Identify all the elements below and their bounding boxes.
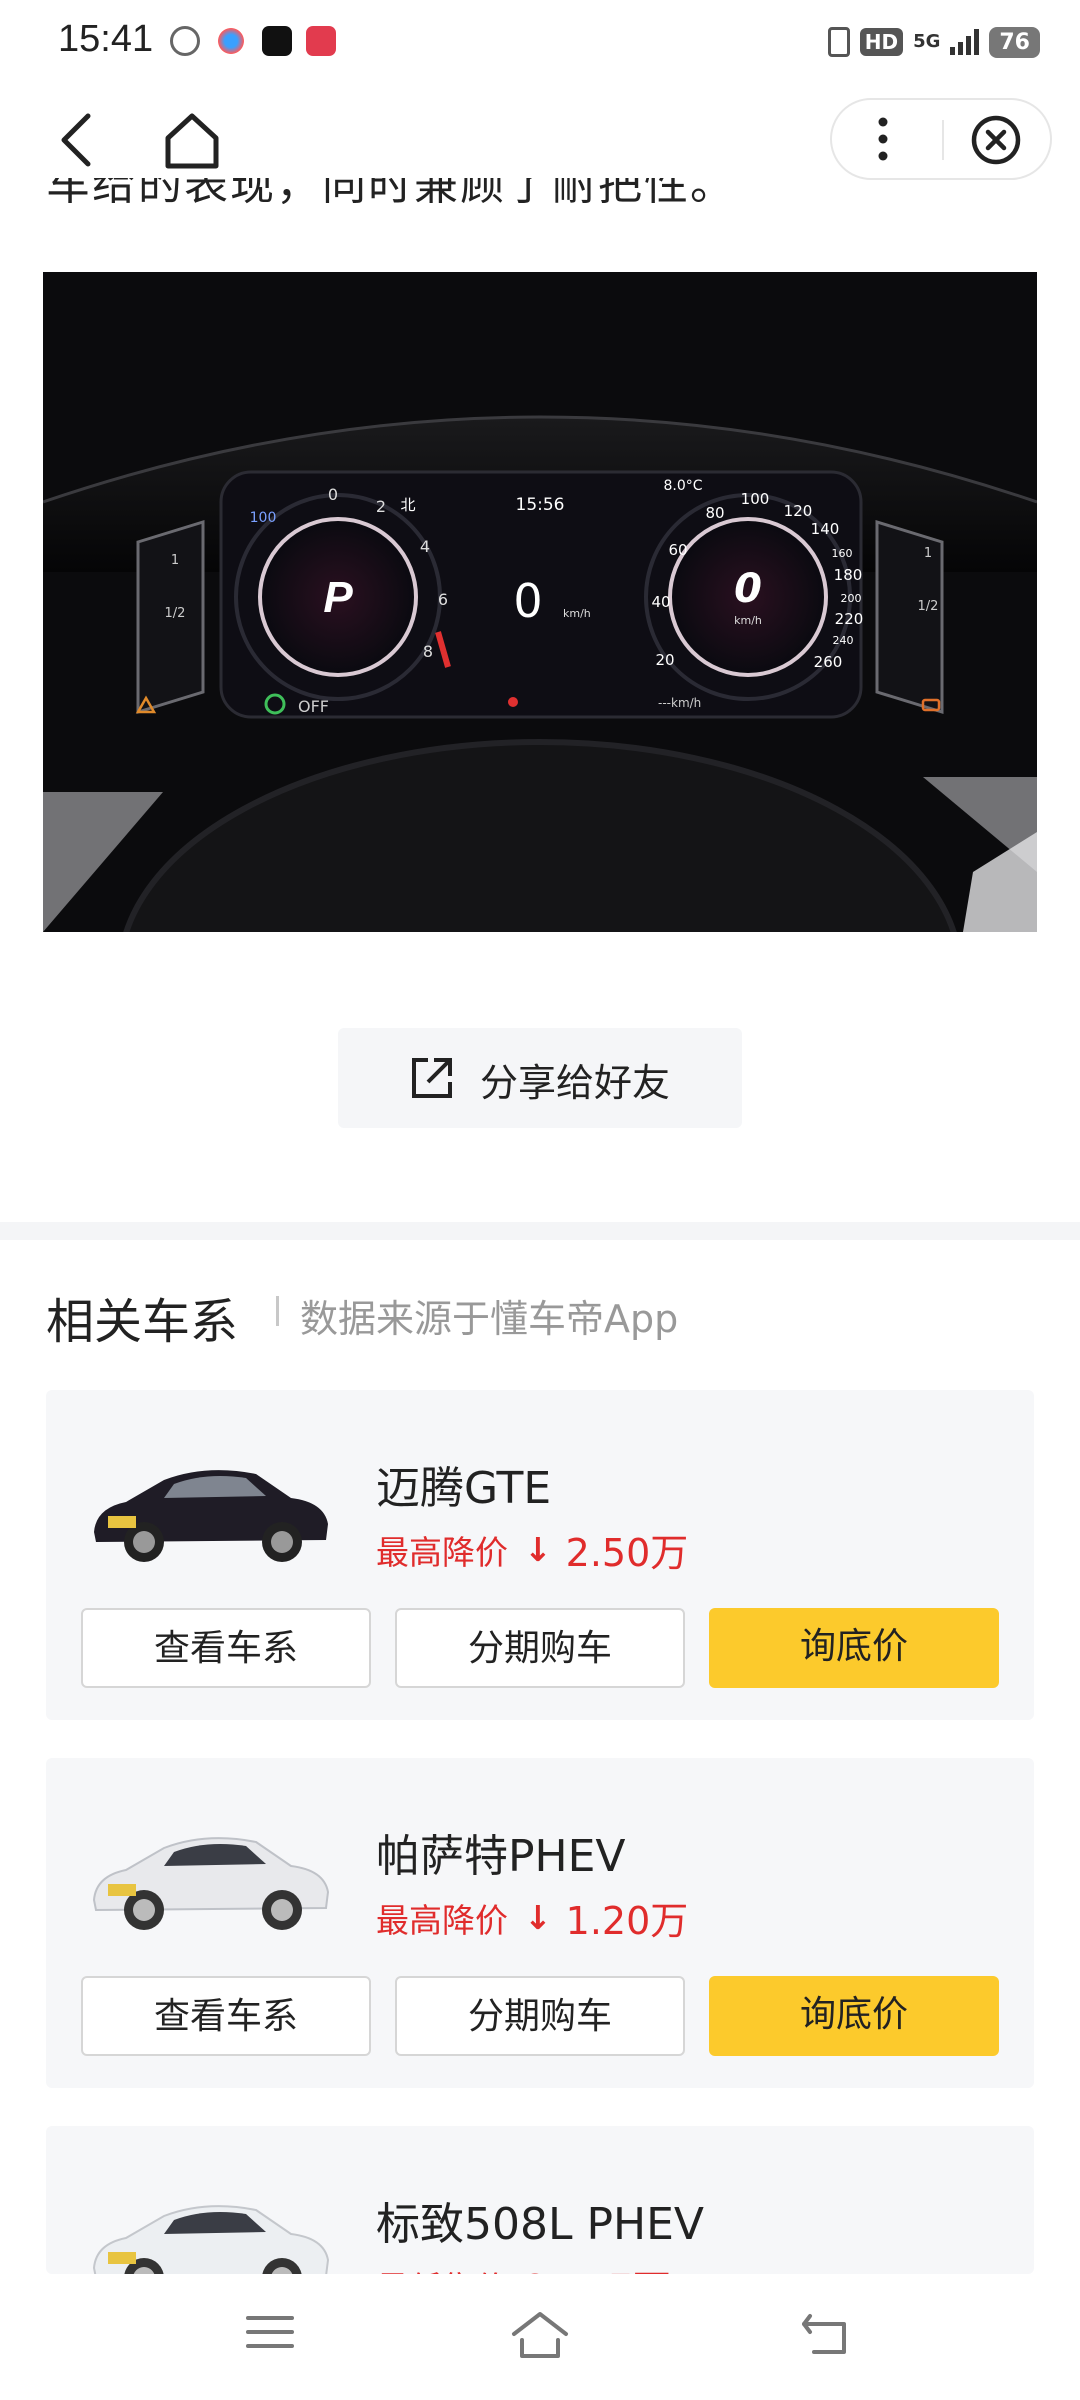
dashboard-photo[interactable]: P 0 2 4 6 8 100 OFF 15:56 北 8.0°C 0 km/h…	[43, 272, 1037, 932]
left-gauge-number: 4	[420, 537, 430, 556]
svg-text:100: 100	[741, 490, 770, 508]
back-nav-icon[interactable]	[800, 2310, 852, 2358]
price-row: 最低售价 21.57万	[376, 2258, 671, 2274]
right-gauge-unit: km/h	[734, 614, 762, 627]
car-card: 帕萨特PHEV 最高降价 ↓ 1.20万 查看车系 分期购车 询底价	[46, 1758, 1034, 2088]
system-navigation-bar	[0, 2274, 1080, 2400]
k-app-icon	[170, 26, 200, 56]
car-name[interactable]: 迈腾GTE	[376, 1452, 551, 1516]
article-text: 车给的表现，同时兼顾了耐把性。	[46, 178, 736, 208]
price-drop-row: 最高降价 ↓ 1.20万	[376, 1890, 688, 1945]
top-navigation	[0, 90, 1080, 190]
car-image-peugeot-508l[interactable]	[86, 2176, 336, 2274]
price-drop-row: 最高降价 ↓ 2.50万	[376, 1522, 688, 1577]
range-label: ---km/h	[658, 696, 701, 710]
installment-button[interactable]: 分期购车	[395, 1976, 685, 2056]
left-gauge-number: 6	[438, 590, 448, 609]
tiktok-icon	[262, 26, 292, 56]
right-fuel-full: 1	[924, 546, 932, 561]
car-card: 标致508L PHEV 最低售价 21.57万	[46, 2126, 1034, 2274]
home-icon[interactable]	[160, 108, 224, 172]
svg-text:40: 40	[651, 593, 670, 611]
right-fuel-half: 1/2	[918, 599, 939, 614]
left-gauge-number: 2	[376, 497, 386, 516]
left-gauge-number: 0	[328, 485, 338, 504]
down-arrow-icon: ↓	[524, 1898, 552, 1937]
related-cars-title: 相关车系	[46, 1294, 239, 1350]
gear-indicator: P	[323, 573, 353, 622]
back-arrow-icon[interactable]	[50, 108, 110, 172]
price-value: 21.57万	[524, 2258, 671, 2274]
signal-bars-icon	[950, 29, 980, 55]
svg-text:140: 140	[811, 520, 840, 538]
svg-text:120: 120	[784, 502, 813, 520]
view-series-button[interactable]: 查看车系	[81, 1608, 371, 1688]
status-bar: 15:41 HD 5G 76	[0, 0, 1080, 90]
compass-direction: 北	[400, 496, 415, 514]
close-icon[interactable]	[966, 110, 1026, 170]
status-time: 15:41	[58, 18, 154, 60]
svg-text:20: 20	[655, 651, 674, 669]
price-label: 最高降价	[376, 1532, 508, 1572]
share-label: 分享给好友	[480, 1061, 671, 1105]
down-arrow-icon: ↓	[524, 1530, 552, 1569]
share-to-friend-button[interactable]: 分享给好友	[338, 1028, 742, 1128]
ask-price-button[interactable]: 询底价	[709, 1608, 999, 1688]
dashboard-illustration: P 0 2 4 6 8 100 OFF 15:56 北 8.0°C 0 km/h…	[43, 272, 1037, 932]
svg-text:80: 80	[705, 504, 724, 522]
car-image-maiteng-gte[interactable]	[86, 1440, 336, 1570]
off-label: OFF	[298, 697, 329, 716]
left-gauge-number: 100	[250, 510, 277, 526]
speed-value: 0	[513, 574, 542, 628]
outside-temperature: 8.0°C	[663, 478, 702, 494]
left-fuel-half: 1/2	[165, 606, 186, 621]
heart-app-icon	[306, 26, 336, 56]
svg-text:200: 200	[841, 592, 862, 605]
car-name[interactable]: 标致508L PHEV	[376, 2188, 704, 2252]
price-value: 1.20万	[565, 1899, 689, 1943]
related-cars-source: 数据来源于懂车帝App	[300, 1297, 679, 1341]
price-value: 2.50万	[565, 1531, 689, 1575]
speed-unit: km/h	[563, 607, 591, 620]
svg-text:240: 240	[833, 634, 854, 647]
menu-icon[interactable]	[244, 2310, 296, 2354]
left-gauge-number: 8	[423, 642, 433, 661]
ask-price-button[interactable]: 询底价	[709, 1976, 999, 2056]
external-share-icon	[412, 1058, 452, 1098]
installment-button[interactable]: 分期购车	[395, 1608, 685, 1688]
section-divider	[0, 1222, 1080, 1240]
car-image-passat-phev[interactable]	[86, 1808, 336, 1938]
right-gauge-speed: 0	[734, 566, 762, 612]
signal-5g-icon: 5G	[913, 31, 941, 52]
price-label: 最低售价	[376, 2262, 508, 2275]
battery-icon: 76	[989, 26, 1040, 58]
price-label: 最高降价	[376, 1900, 508, 1940]
more-options-icon[interactable]	[852, 108, 914, 170]
car-name[interactable]: 帕萨特PHEV	[376, 1820, 626, 1884]
svg-text:180: 180	[834, 566, 863, 584]
vibrate-icon	[827, 27, 850, 57]
view-series-button[interactable]: 查看车系	[81, 1976, 371, 2056]
svg-text:220: 220	[835, 610, 864, 628]
svg-text:160: 160	[832, 547, 853, 560]
dashboard-time: 15:56	[516, 495, 565, 515]
car-card: 迈腾GTE 最高降价 ↓ 2.50万 查看车系 分期购车 询底价	[46, 1390, 1034, 1720]
svg-text:60: 60	[668, 541, 687, 559]
mini-program-capsule	[830, 98, 1052, 180]
capsule-divider	[942, 120, 944, 160]
left-fuel-full: 1	[171, 553, 179, 568]
home-nav-icon[interactable]	[510, 2310, 570, 2360]
hd-icon: HD	[859, 28, 904, 56]
svg-text:260: 260	[814, 653, 843, 671]
article-text-cutoff: 车给的表现，同时兼顾了耐把性。	[46, 178, 946, 208]
title-separator	[276, 1296, 279, 1326]
browser-app-icon	[216, 26, 246, 56]
